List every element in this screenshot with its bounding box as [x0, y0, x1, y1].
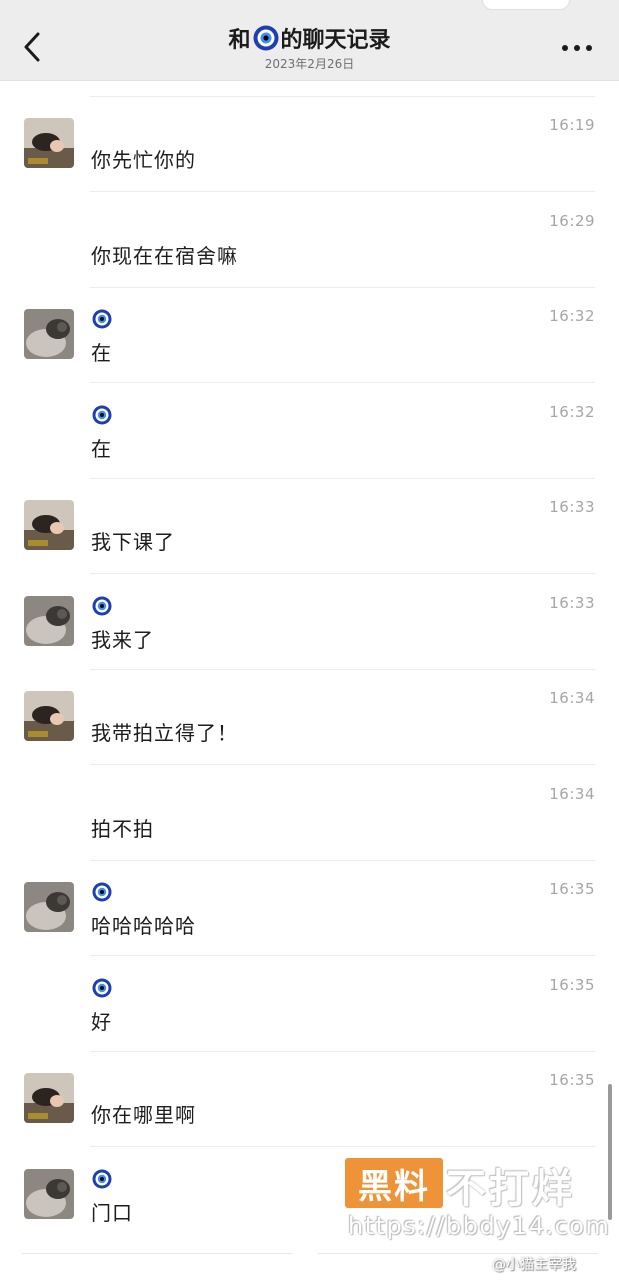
watermark-text: 不打烊 — [446, 1166, 575, 1212]
chat-history-header: 和 的聊天记录 2023年2月26日 — [0, 0, 619, 81]
message-time: 16:34 — [549, 784, 595, 803]
scrollbar[interactable] — [608, 1084, 612, 1220]
message-text: 在 — [91, 436, 112, 461]
evil-eye-icon — [92, 1169, 112, 1189]
avatar-b[interactable] — [24, 309, 74, 359]
avatar-a[interactable] — [24, 1073, 74, 1123]
message-time: 16:33 — [549, 593, 595, 612]
message-row[interactable]: 16:32 在 — [0, 383, 619, 479]
message-time: 16:34 — [549, 689, 595, 707]
header-title-area: 和 的聊天记录 2023年2月26日 — [0, 22, 619, 72]
evil-eye-icon — [253, 25, 278, 51]
message-text: 我来了 — [91, 627, 154, 652]
message-time: 16:32 — [549, 307, 595, 325]
message-text: 好 — [91, 1009, 112, 1034]
message-text: 你在哪里啊 — [91, 1103, 196, 1127]
page-title: 和 的聊天记录 — [228, 22, 391, 54]
bottom-divider-left — [22, 1253, 292, 1254]
message-time: 16:35 — [549, 975, 595, 994]
evil-eye-icon — [92, 405, 112, 425]
chat-date: 2023年2月26日 — [264, 57, 355, 71]
weibo-handle: @小猫主宰我 — [492, 1257, 576, 1273]
message-row[interactable]: 16:34 拍不拍 — [0, 765, 619, 861]
watermark-logo-block: 黑料 — [345, 1158, 443, 1208]
message-text: 你现在在宿舍嘛 — [91, 243, 238, 268]
avatar-b[interactable] — [24, 1168, 74, 1219]
evil-eye-icon — [92, 596, 112, 616]
evil-eye-icon — [92, 309, 112, 329]
watermark-block-text: 黑料 — [358, 1166, 430, 1207]
message-time: 16:32 — [549, 402, 595, 421]
message-row[interactable]: 16:35 好 — [0, 956, 619, 1052]
watermark-url: https://bbdy14.com — [348, 1212, 611, 1240]
avatar-b[interactable] — [24, 595, 74, 646]
more-dots-icon[interactable] — [559, 38, 595, 58]
message-row[interactable]: 16:33 我来了 — [0, 574, 619, 670]
avatar-a[interactable] — [24, 118, 74, 168]
message-text: 你先忙你的 — [91, 148, 196, 172]
top-pill — [482, 0, 570, 10]
message-time: 16:29 — [549, 211, 595, 230]
message-row[interactable]: 16:29 你现在在宿舍嘛 — [0, 192, 619, 288]
title-prefix: 和 — [228, 28, 251, 53]
title-suffix: 的聊天记录 — [280, 28, 391, 53]
message-time: 16:33 — [549, 498, 595, 516]
avatar-a[interactable] — [24, 500, 74, 550]
avatar-b[interactable] — [24, 882, 74, 932]
avatar-a[interactable] — [24, 691, 74, 741]
message-row[interactable]: 16:19 你先忙你的 — [0, 96, 619, 192]
message-text: 门口 — [91, 1200, 133, 1225]
message-time: 16:35 — [549, 1071, 595, 1089]
message-text: 我下课了 — [91, 530, 175, 554]
message-time: 16:19 — [549, 116, 595, 134]
message-row[interactable]: 16:34 我带拍立得了！ — [0, 669, 619, 765]
evil-eye-icon — [92, 978, 112, 998]
message-row[interactable]: 16:32 在 — [0, 287, 619, 383]
message-text: 拍不拍 — [91, 816, 154, 841]
message-time: 16:35 — [549, 880, 595, 898]
message-text: 在 — [91, 341, 112, 365]
message-row[interactable]: 16:35 哈哈哈哈哈 — [0, 860, 619, 956]
message-text: 哈哈哈哈哈 — [91, 914, 196, 938]
message-row[interactable]: 16:33 我下课了 — [0, 478, 619, 574]
message-row[interactable]: 16:35 你在哪里啊 — [0, 1051, 619, 1147]
message-text: 我带拍立得了！ — [91, 721, 238, 745]
evil-eye-icon — [92, 882, 112, 902]
